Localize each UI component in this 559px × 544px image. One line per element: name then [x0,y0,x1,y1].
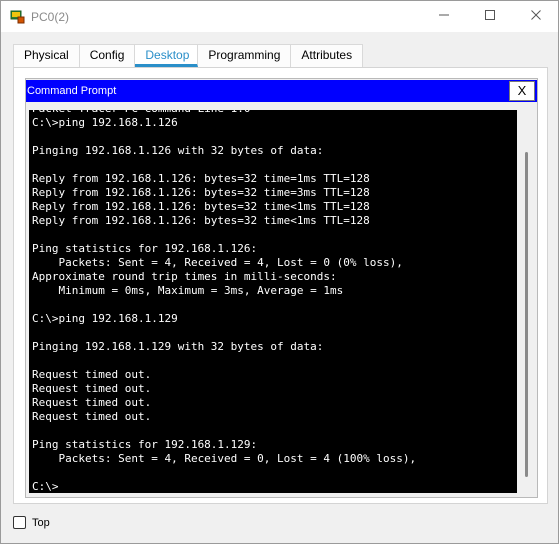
terminal-line: Packets: Sent = 4, Received = 0, Lost = … [32,452,417,465]
scrollbar-thumb[interactable] [525,152,528,477]
tab-config[interactable]: Config [79,44,136,67]
tab-desktop[interactable]: Desktop [135,44,199,67]
tab-programming[interactable]: Programming [198,44,292,67]
top-checkbox[interactable] [13,516,26,529]
terminal-lines: Packet Tracer PC Command Line 1.0C:\>pin… [32,110,416,493]
terminal-line: Approximate round trip times in milli-se… [32,270,337,283]
terminal-output[interactable]: Packet Tracer PC Command Line 1.0C:\>pin… [29,110,517,493]
terminal-line: Reply from 192.168.1.126: bytes=32 time=… [32,172,370,185]
terminal-line: Pinging 192.168.1.126 with 32 bytes of d… [32,144,324,157]
tab-physical[interactable]: Physical [13,44,80,67]
terminal-line: Ping statistics for 192.168.1.126: [32,242,258,255]
maximize-button[interactable] [467,1,513,32]
top-option[interactable]: Top [13,516,50,529]
terminal-line: Request timed out. [32,368,152,381]
terminal-line: Ping statistics for 192.168.1.129: [32,438,258,451]
terminal-line: Reply from 192.168.1.126: bytes=32 time<… [32,200,370,213]
terminal-line: Reply from 192.168.1.126: bytes=32 time=… [32,186,370,199]
command-prompt-titlebar: Command Prompt X [26,80,537,102]
tab-bar: Physical Config Desktop Programming Attr… [13,44,364,67]
tab-attributes[interactable]: Attributes [291,44,364,67]
pc-app-icon [9,9,25,25]
desktop-panel: Command Prompt X Packet Tracer PC Comman… [13,67,548,504]
terminal-line: Reply from 192.168.1.126: bytes=32 time<… [32,214,370,227]
minimize-icon [438,9,450,24]
terminal-line: Packets: Sent = 4, Received = 4, Lost = … [32,256,403,269]
terminal-line: Request timed out. [32,396,152,409]
command-prompt-close-button[interactable]: X [509,81,535,101]
terminal-line: Request timed out. [32,410,152,423]
terminal-scrollbar[interactable] [520,110,534,493]
terminal-line: C:\> [32,480,59,493]
pc-window: PC0(2) Physical Config Desktop Programmi… [0,0,559,544]
terminal-line: C:\>ping 192.168.1.129 [32,312,178,325]
terminal-line: Pinging 192.168.1.129 with 32 bytes of d… [32,340,324,353]
close-icon [530,9,542,24]
top-checkbox-label: Top [32,516,50,529]
minimize-button[interactable] [421,1,467,32]
maximize-icon [484,9,496,24]
title-bar: PC0(2) [1,1,558,32]
terminal-line: Request timed out. [32,382,152,395]
terminal-line: C:\>ping 192.168.1.126 [32,116,178,129]
terminal-line: Minimum = 0ms, Maximum = 3ms, Average = … [32,284,344,297]
close-button[interactable] [513,1,559,32]
command-prompt-window: Command Prompt X Packet Tracer PC Comman… [25,78,538,498]
window-title: PC0(2) [31,10,70,24]
command-prompt-title: Command Prompt [27,85,117,97]
